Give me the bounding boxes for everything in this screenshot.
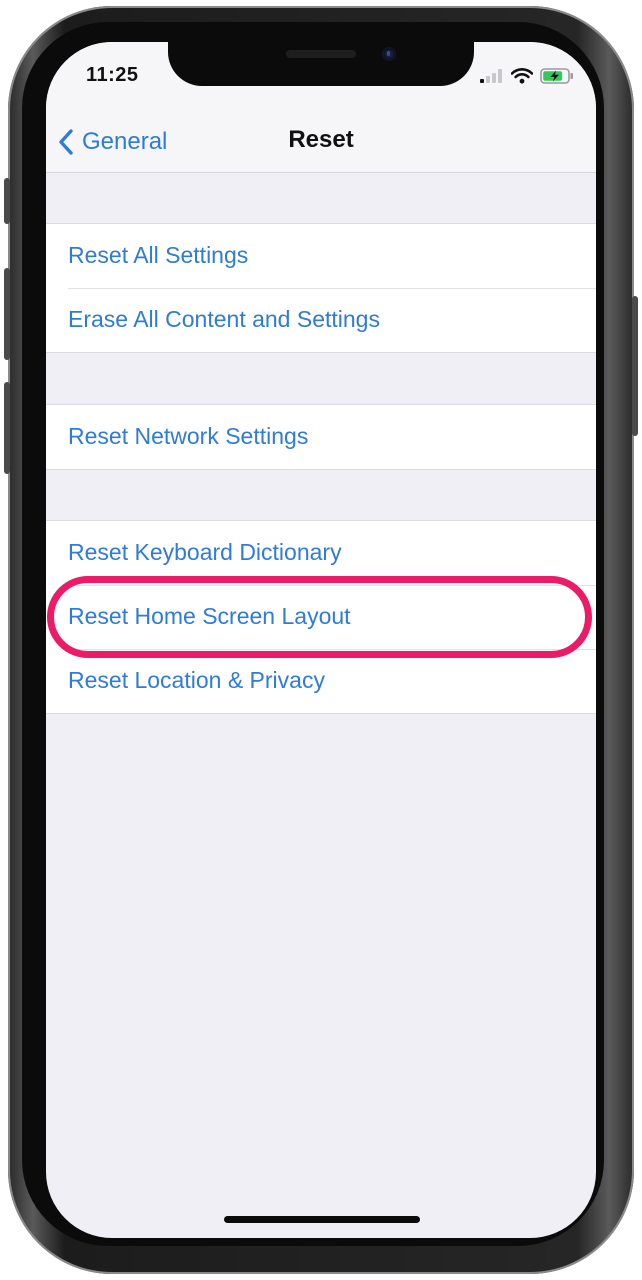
battery-charging-icon xyxy=(540,68,574,84)
front-camera xyxy=(382,47,396,61)
settings-group-network: Reset Network Settings xyxy=(46,404,596,470)
reset-home-screen-layout-row[interactable]: Reset Home Screen Layout xyxy=(46,585,596,649)
reset-all-settings-row[interactable]: Reset All Settings xyxy=(46,224,596,288)
row-label: Erase All Content and Settings xyxy=(68,306,380,332)
page-title: Reset xyxy=(288,126,354,153)
notch xyxy=(168,42,474,86)
row-label: Reset All Settings xyxy=(68,242,249,268)
row-label: Reset Home Screen Layout xyxy=(68,603,351,629)
row-label: Reset Network Settings xyxy=(68,423,309,449)
row-label: Reset Keyboard Dictionary xyxy=(68,539,342,565)
reset-network-settings-row[interactable]: Reset Network Settings xyxy=(46,405,596,469)
silent-switch xyxy=(4,178,10,224)
wifi-icon xyxy=(511,68,533,84)
navigation-bar: General Reset xyxy=(46,112,596,173)
power-button xyxy=(632,296,638,436)
erase-all-content-row[interactable]: Erase All Content and Settings xyxy=(46,288,596,352)
volume-down-button xyxy=(4,382,10,474)
settings-group-other-resets: Reset Keyboard Dictionary Reset Home Scr… xyxy=(46,520,596,714)
volume-up-button xyxy=(4,268,10,360)
earpiece-speaker xyxy=(286,50,356,58)
home-indicator[interactable] xyxy=(224,1216,420,1223)
reset-location-privacy-row[interactable]: Reset Location & Privacy xyxy=(46,649,596,713)
reset-keyboard-dictionary-row[interactable]: Reset Keyboard Dictionary xyxy=(46,521,596,585)
phone-screen: 11:25 General Reset Reset All Settings E… xyxy=(46,42,596,1238)
row-label: Reset Location & Privacy xyxy=(68,667,325,693)
cellular-signal-icon xyxy=(480,69,504,83)
page: 11:25 General Reset Reset All Settings E… xyxy=(0,0,642,1280)
status-time: 11:25 xyxy=(86,64,139,86)
status-icons xyxy=(480,68,574,84)
settings-group-general-reset: Reset All Settings Erase All Content and… xyxy=(46,223,596,353)
